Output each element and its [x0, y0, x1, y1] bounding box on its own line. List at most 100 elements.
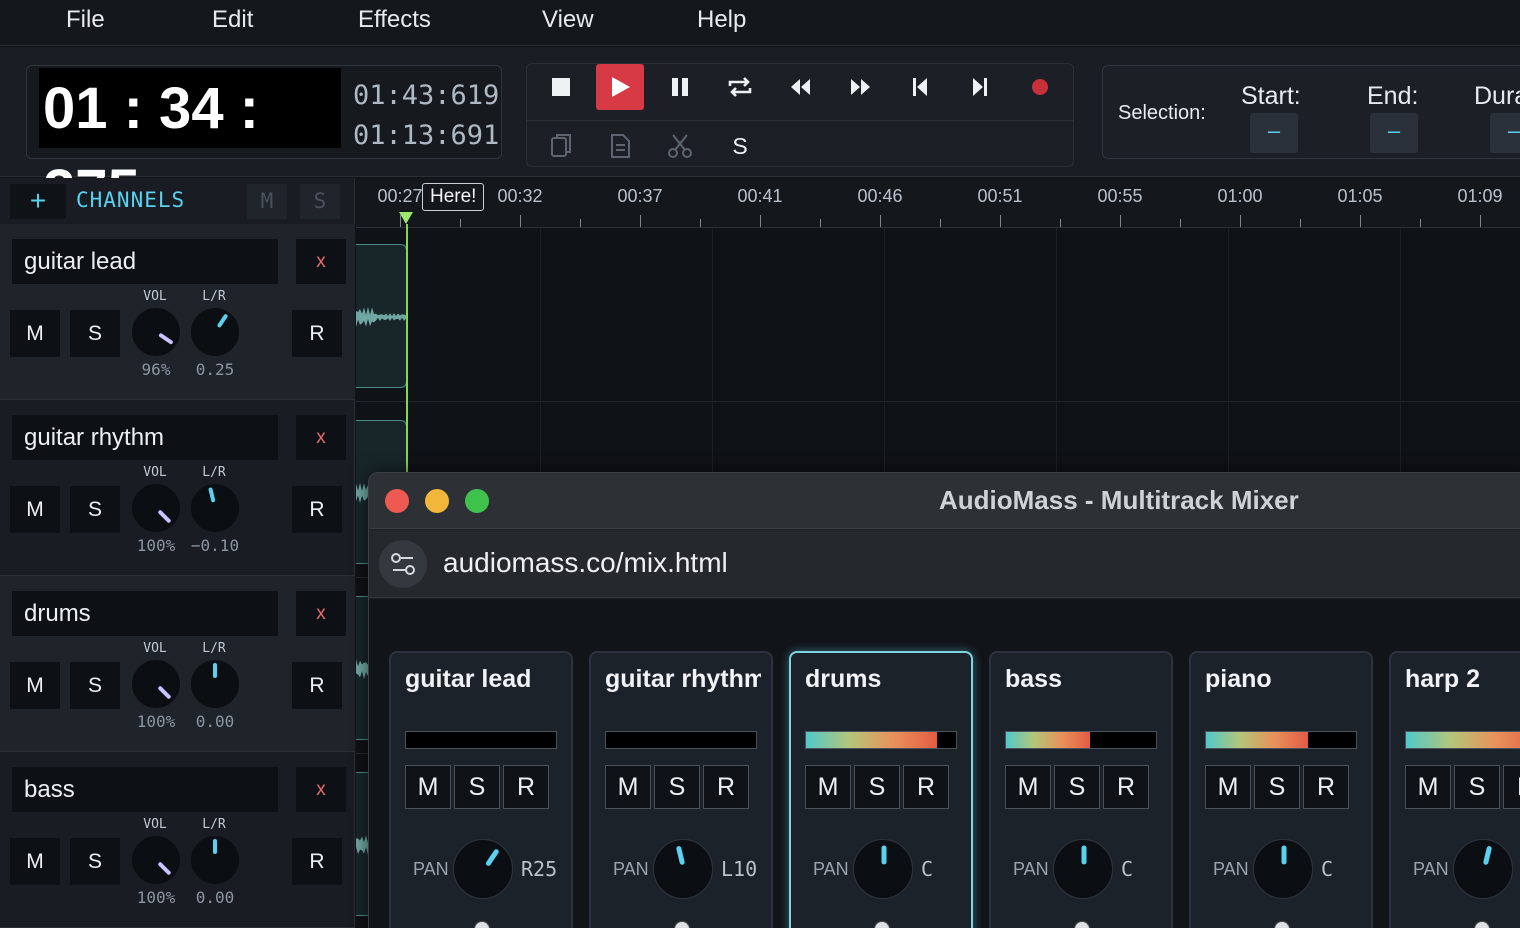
- mixer-strip[interactable]: bass M S R PAN C: [989, 651, 1173, 928]
- cut-button[interactable]: [656, 123, 704, 169]
- menu-file[interactable]: File: [66, 6, 105, 34]
- fast-forward-button[interactable]: [836, 64, 884, 110]
- menu-view[interactable]: View: [542, 6, 594, 34]
- mute-button[interactable]: M: [1005, 765, 1051, 809]
- volume-fader-handle[interactable]: [874, 921, 890, 928]
- playhead-handle[interactable]: [399, 212, 413, 224]
- volume-fader-handle[interactable]: [1474, 921, 1490, 928]
- mute-button[interactable]: M: [10, 486, 60, 533]
- url-text[interactable]: audiomass.co/mix.html: [443, 547, 728, 579]
- mixer-strip[interactable]: guitar lead M S R PAN R25: [389, 651, 573, 928]
- solo-button[interactable]: S: [1454, 765, 1500, 809]
- pan-knob[interactable]: [853, 839, 913, 899]
- channel-name-input[interactable]: drums: [12, 591, 278, 636]
- record-button[interactable]: R: [1503, 765, 1520, 809]
- rewind-button[interactable]: [777, 64, 825, 110]
- pause-button[interactable]: [656, 64, 704, 110]
- remove-channel-button[interactable]: x: [296, 239, 346, 284]
- channel-name-input[interactable]: guitar rhythm: [12, 415, 278, 460]
- record-arm-button[interactable]: R: [292, 838, 342, 885]
- site-settings-icon[interactable]: [379, 540, 427, 588]
- volume-knob[interactable]: [132, 484, 180, 532]
- remove-channel-button[interactable]: x: [296, 415, 346, 460]
- copy-button[interactable]: [537, 123, 585, 169]
- add-channel-button[interactable]: +: [10, 184, 66, 219]
- volume-fader-handle[interactable]: [674, 921, 690, 928]
- pan-knob[interactable]: [453, 839, 513, 899]
- mute-button[interactable]: M: [605, 765, 651, 809]
- mixer-strip[interactable]: drums M S R PAN C: [789, 651, 973, 928]
- mute-button[interactable]: M: [805, 765, 851, 809]
- selection-duration-input[interactable]: –: [1490, 113, 1520, 153]
- menu-edit[interactable]: Edit: [212, 6, 253, 34]
- loop-button[interactable]: [716, 64, 764, 110]
- solo-button[interactable]: S: [70, 310, 120, 357]
- record-button[interactable]: R: [1103, 765, 1149, 809]
- maximize-window-button[interactable]: [465, 489, 489, 513]
- record-button[interactable]: R: [903, 765, 949, 809]
- solo-button[interactable]: S: [454, 765, 500, 809]
- level-meter-fill: [1206, 732, 1308, 748]
- skip-to-end-button[interactable]: [956, 64, 1004, 110]
- menu-effects[interactable]: Effects: [358, 6, 431, 34]
- solo-button[interactable]: S: [70, 838, 120, 885]
- volume-knob[interactable]: [132, 308, 180, 356]
- silence-button[interactable]: S: [716, 123, 764, 169]
- menu-help[interactable]: Help: [697, 6, 746, 34]
- pan-knob[interactable]: [191, 484, 239, 532]
- pan-knob[interactable]: [1453, 839, 1513, 899]
- record-button[interactable]: R: [503, 765, 549, 809]
- mixer-strip[interactable]: piano M S R PAN C: [1189, 651, 1373, 928]
- channels-sidebar: + CHANNELS M S guitar lead x M S R VOL L/R 96% 0…: [0, 178, 355, 928]
- selection-start-input[interactable]: –: [1250, 113, 1298, 153]
- pan-knob[interactable]: [191, 836, 239, 884]
- mute-button[interactable]: M: [10, 838, 60, 885]
- record-arm-button[interactable]: R: [292, 486, 342, 533]
- mute-button[interactable]: M: [1405, 765, 1451, 809]
- remove-channel-button[interactable]: x: [296, 591, 346, 636]
- record-arm-button[interactable]: R: [292, 662, 342, 709]
- volume-fader-handle[interactable]: [1274, 921, 1290, 928]
- pan-knob[interactable]: [191, 660, 239, 708]
- volume-knob[interactable]: [132, 660, 180, 708]
- solo-all-button[interactable]: S: [300, 184, 340, 219]
- play-button[interactable]: [596, 64, 644, 110]
- paste-button[interactable]: [596, 123, 644, 169]
- pan-knob[interactable]: [191, 308, 239, 356]
- pan-knob[interactable]: [1053, 839, 1113, 899]
- marker-label[interactable]: Here!: [422, 183, 485, 211]
- record-button[interactable]: R: [703, 765, 749, 809]
- audio-clip[interactable]: [356, 244, 407, 388]
- minimize-window-button[interactable]: [425, 489, 449, 513]
- mute-button[interactable]: M: [1205, 765, 1251, 809]
- stop-button[interactable]: [537, 64, 585, 110]
- record-button[interactable]: R: [1303, 765, 1349, 809]
- mixer-strip[interactable]: harp 2 MSR PAN: [1389, 651, 1520, 928]
- mute-all-button[interactable]: M: [247, 184, 287, 219]
- pan-knob[interactable]: [1253, 839, 1313, 899]
- track-row[interactable]: [356, 226, 1520, 402]
- solo-button[interactable]: S: [70, 486, 120, 533]
- volume-fader-handle[interactable]: [474, 921, 490, 928]
- mute-button[interactable]: M: [10, 662, 60, 709]
- solo-button[interactable]: S: [854, 765, 900, 809]
- mute-button[interactable]: M: [405, 765, 451, 809]
- channel-name-input[interactable]: guitar lead: [12, 239, 278, 284]
- pan-knob[interactable]: [653, 839, 713, 899]
- channel-name-input[interactable]: bass: [12, 767, 278, 812]
- close-window-button[interactable]: [385, 489, 409, 513]
- time-ruler[interactable]: 00:27 00:32 00:37 00:41 00:46 00:51 00:55 01:00…: [356, 178, 1520, 228]
- selection-end-input[interactable]: –: [1370, 113, 1418, 153]
- volume-fader-handle[interactable]: [1074, 921, 1090, 928]
- solo-button[interactable]: S: [654, 765, 700, 809]
- solo-button[interactable]: S: [70, 662, 120, 709]
- record-button[interactable]: [1016, 64, 1064, 110]
- solo-button[interactable]: S: [1254, 765, 1300, 809]
- mixer-strip[interactable]: guitar rhythm M S R PAN L10: [589, 651, 773, 928]
- volume-knob[interactable]: [132, 836, 180, 884]
- solo-button[interactable]: S: [1054, 765, 1100, 809]
- remove-channel-button[interactable]: x: [296, 767, 346, 812]
- skip-to-start-button[interactable]: [896, 64, 944, 110]
- record-arm-button[interactable]: R: [292, 310, 342, 357]
- mute-button[interactable]: M: [10, 310, 60, 357]
